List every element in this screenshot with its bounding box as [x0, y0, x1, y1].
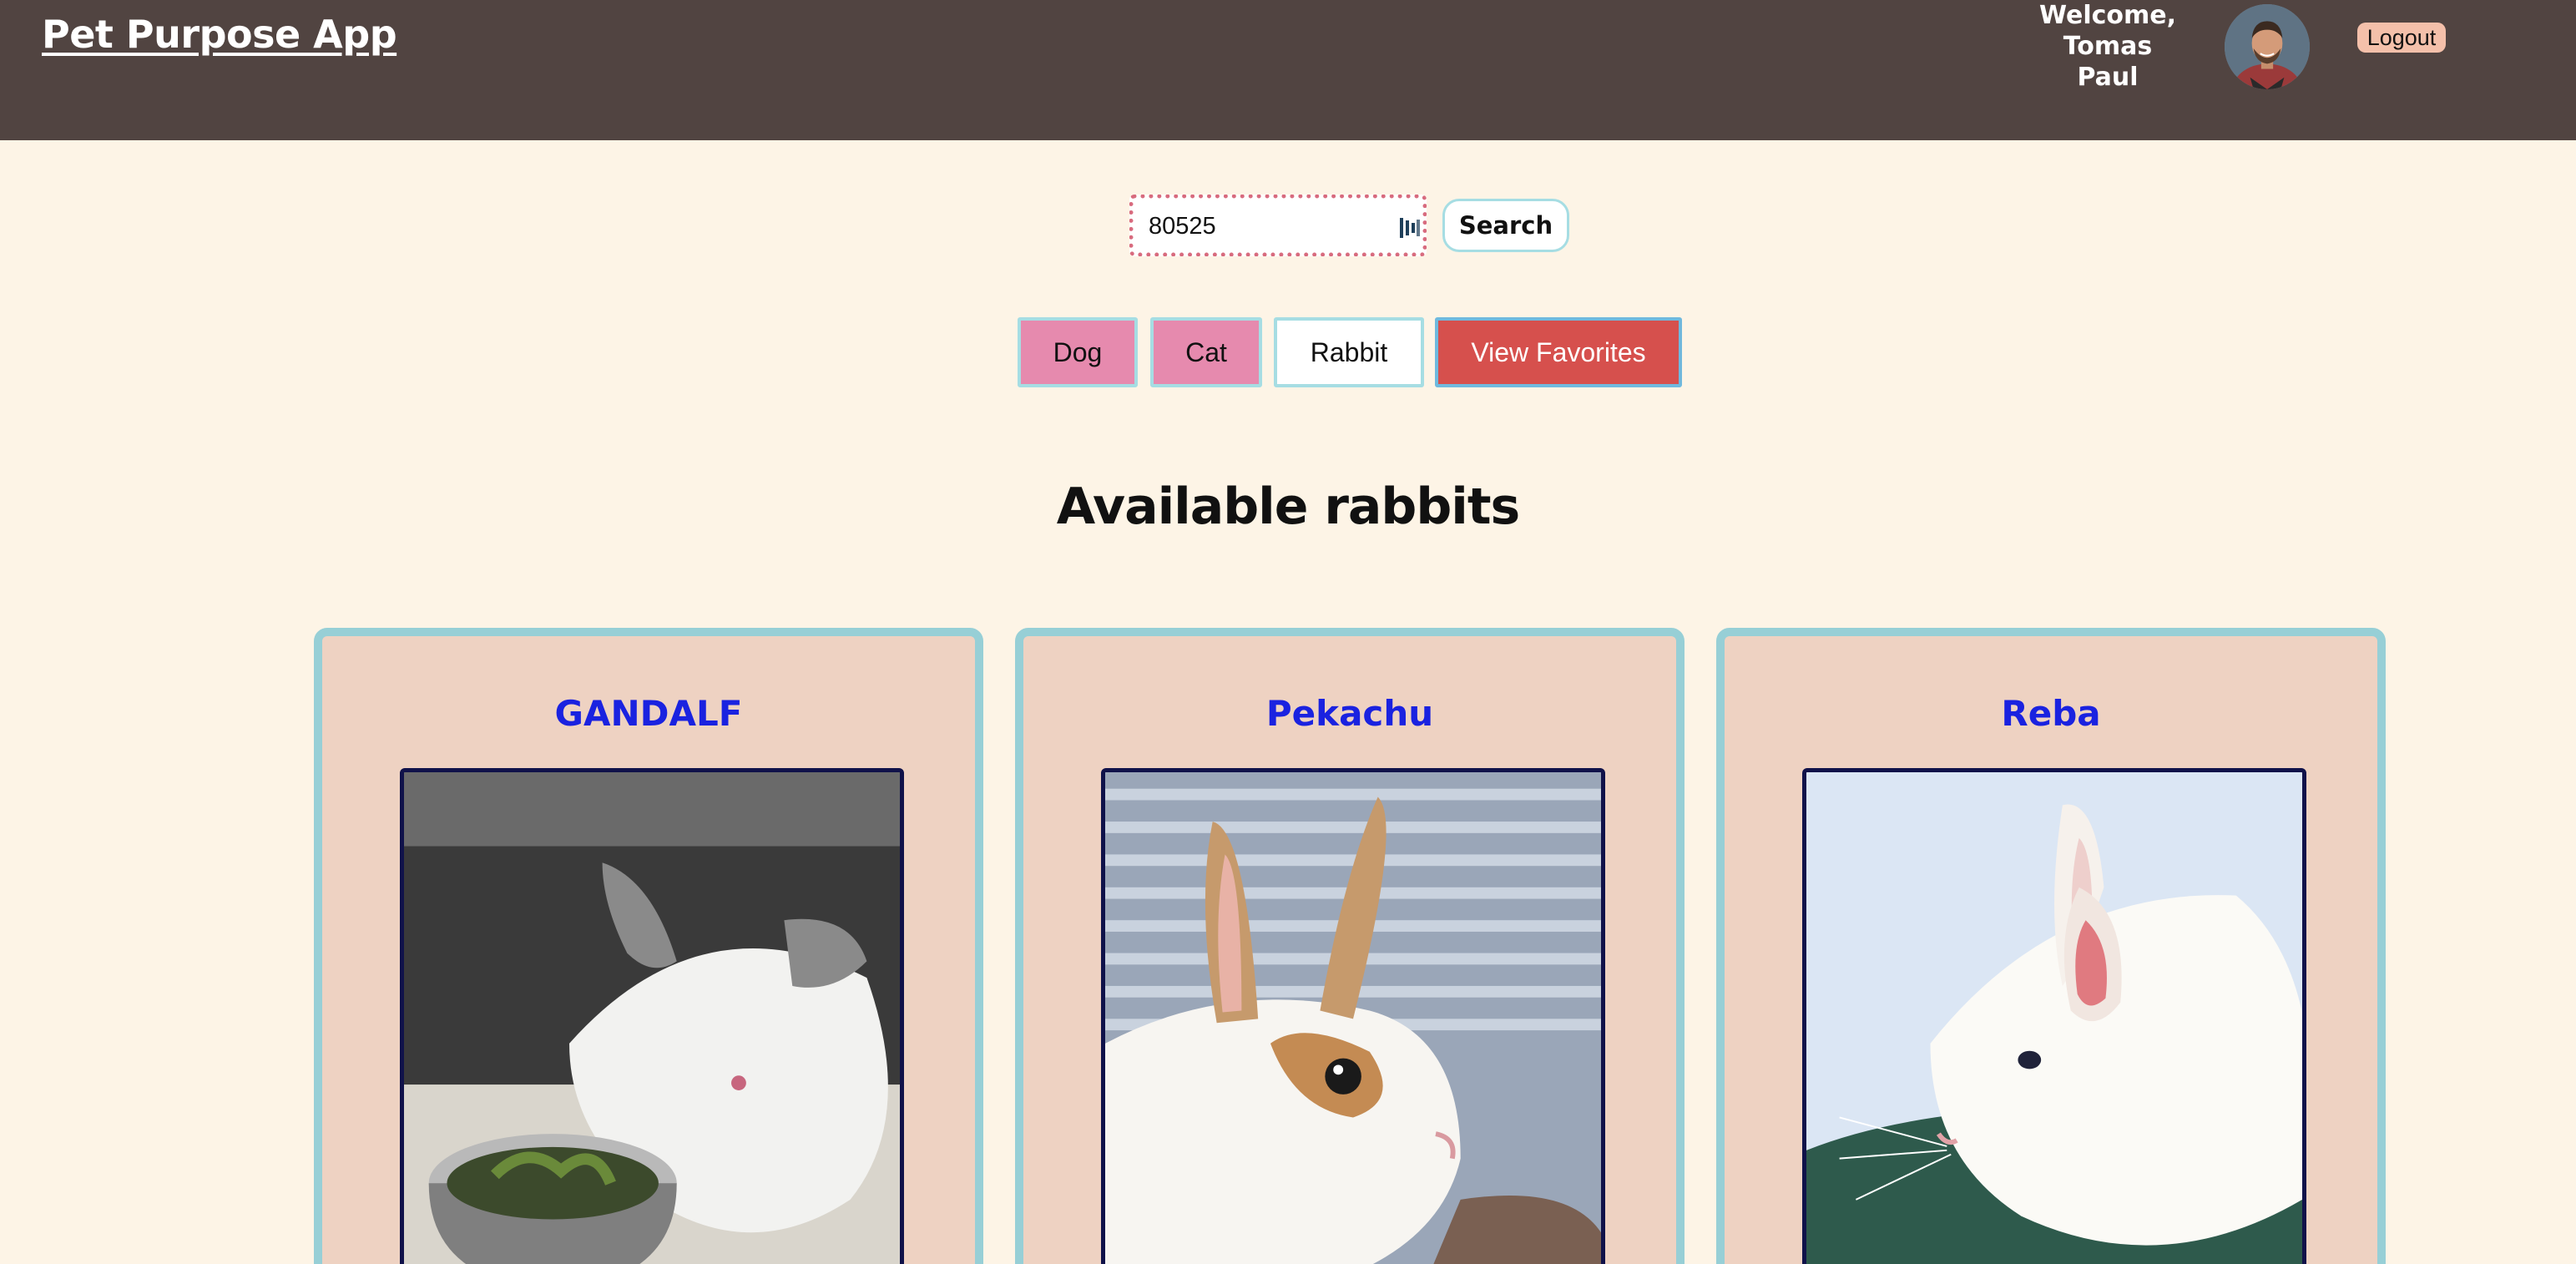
pet-name[interactable]: GANDALF — [322, 693, 975, 734]
user-last-name: Paul — [2077, 63, 2139, 92]
pet-card[interactable]: GANDALF — [314, 628, 983, 1264]
top-header: Pet Purpose App Welcome, Tomas Paul Logo… — [0, 0, 2576, 140]
welcome-message: Welcome, Tomas Paul — [2028, 0, 2187, 93]
logout-button[interactable]: Logout — [2357, 23, 2446, 53]
dog-filter-button[interactable]: Dog — [1018, 317, 1138, 387]
rabbit-photo-image — [404, 772, 900, 1264]
pet-photo[interactable] — [1802, 768, 2306, 1264]
cat-filter-button[interactable]: Cat — [1150, 317, 1262, 387]
search-button[interactable]: Search — [1442, 199, 1569, 252]
avatar-portrait-image — [2225, 4, 2310, 89]
zip-search-input[interactable] — [1149, 212, 1382, 240]
rabbit-photo-image — [1105, 772, 1601, 1264]
zip-search-field[interactable] — [1129, 195, 1427, 256]
rabbit-photo-image — [1806, 772, 2302, 1264]
section-title: Available rabbits — [1056, 478, 1521, 536]
pet-photo[interactable] — [400, 768, 904, 1264]
pet-card[interactable]: Reba — [1716, 628, 2386, 1264]
app-title-link[interactable]: Pet Purpose App — [42, 12, 397, 57]
pet-name[interactable]: Pekachu — [1023, 693, 1676, 734]
pet-photo[interactable] — [1101, 768, 1605, 1264]
pet-card[interactable]: Pekachu — [1015, 628, 1685, 1264]
rabbit-filter-button[interactable]: Rabbit — [1274, 317, 1424, 387]
user-first-name: Tomas — [2063, 32, 2153, 61]
welcome-line: Welcome, — [2038, 1, 2177, 30]
pet-name[interactable]: Reba — [1725, 693, 2377, 734]
user-avatar — [2225, 4, 2310, 89]
password-manager-icon[interactable] — [1399, 215, 1421, 240]
view-favorites-button[interactable]: View Favorites — [1435, 317, 1682, 387]
